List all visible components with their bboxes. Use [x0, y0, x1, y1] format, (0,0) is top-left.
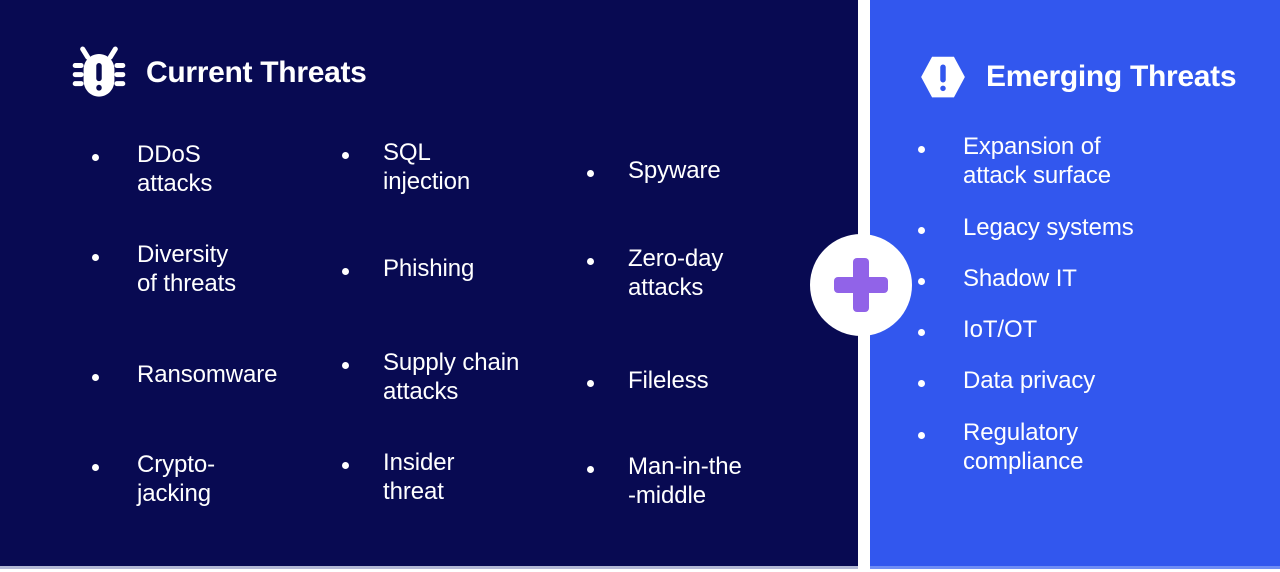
list-item: Spyware [587, 156, 721, 185]
bullet-icon [587, 466, 594, 473]
bottom-strip-left [0, 566, 858, 569]
threat-column-2: SQL injection Phishing Supply chain atta… [330, 130, 575, 530]
current-threats-title: Current Threats [146, 56, 367, 90]
threat-label: Crypto- jacking [137, 451, 215, 508]
bottom-edge-strip [0, 566, 1280, 572]
threat-label: Insider threat [383, 449, 455, 506]
list-item: Insider threat [342, 448, 454, 507]
bullet-icon [918, 380, 925, 388]
bullet-icon [918, 146, 925, 153]
list-item: Shadow IT [918, 264, 1248, 293]
list-item: Zero-day attacks [587, 244, 723, 303]
list-item: Crypto- jacking [92, 450, 215, 509]
threat-label: Expansion of attack surface [963, 133, 1112, 190]
list-item: Fileless [587, 366, 709, 395]
bullet-icon [587, 258, 594, 265]
bullet-icon [92, 464, 99, 471]
emerging-threats-header: Emerging Threats [918, 42, 1237, 112]
threat-label: Supply chain attacks [383, 349, 520, 406]
threat-column-1: DDoS attacks Diversity of threats Ransom… [70, 130, 330, 530]
bullet-icon [92, 154, 99, 161]
emerging-threats-title: Emerging Threats [986, 60, 1237, 94]
bullet-icon [342, 268, 349, 275]
threat-label: Fileless [628, 367, 709, 394]
threat-column-3: Spyware Zero-day attacks Fileless Man-in… [575, 130, 825, 530]
threat-label: Shadow IT [963, 264, 1077, 292]
list-item: Legacy systems [918, 213, 1248, 242]
bullet-icon [342, 462, 349, 469]
plus-connector-badge [810, 234, 912, 336]
bullet-icon [918, 329, 925, 337]
bullet-icon [918, 431, 925, 439]
threat-landscape-slide: Current Threats DDoS attacks Diversity o… [0, 0, 1280, 572]
threat-label: Ransomware [137, 361, 278, 388]
bullet-icon [342, 362, 349, 369]
list-item: Man-in-the -middle [587, 452, 742, 511]
current-threats-header: Current Threats [70, 38, 367, 108]
threat-label: Phishing [383, 255, 475, 282]
threat-label: Regulatory compliance [963, 418, 1084, 475]
threat-label: Zero-day attacks [628, 245, 724, 302]
threat-label: SQL injection [383, 139, 471, 196]
bottom-strip-right [870, 566, 1280, 569]
threat-label: DDoS attacks [137, 141, 213, 198]
list-item: Expansion of attack surface [918, 132, 1248, 191]
bullet-icon [92, 374, 99, 381]
bullet-icon [918, 226, 925, 234]
list-item: Phishing [342, 254, 474, 283]
threat-label: Man-in-the -middle [628, 453, 742, 510]
threat-label: Legacy systems [963, 213, 1134, 241]
current-threats-panel: Current Threats DDoS attacks Diversity o… [0, 0, 858, 566]
bullet-icon [342, 152, 349, 159]
list-item: Supply chain attacks [342, 348, 519, 407]
hexagon-exclamation-icon [921, 56, 965, 98]
emerging-threats-list: Expansion of attack surface Legacy syste… [918, 132, 1248, 476]
list-item: DDoS attacks [92, 140, 212, 199]
bullet-icon [587, 380, 594, 387]
threat-label: Data privacy [963, 367, 1096, 395]
list-item: Regulatory compliance [918, 418, 1248, 477]
list-item: Ransomware [92, 360, 277, 389]
bullet-icon [918, 277, 925, 285]
list-item: Diversity of threats [92, 240, 236, 299]
bullet-icon [92, 254, 99, 261]
current-threats-columns: DDoS attacks Diversity of threats Ransom… [70, 130, 840, 530]
list-item: Data privacy [918, 366, 1248, 395]
threat-label: IoT/OT [963, 316, 1038, 344]
list-item: SQL injection [342, 138, 470, 197]
emerging-threats-panel: Emerging Threats Expansion of attack sur… [870, 0, 1280, 566]
list-item: IoT/OT [918, 315, 1248, 344]
threat-label: Spyware [628, 157, 721, 184]
threat-label: Diversity of threats [137, 241, 237, 298]
bug-exclamation-icon [72, 46, 126, 97]
bullet-icon [587, 170, 594, 177]
plus-icon [834, 258, 888, 312]
